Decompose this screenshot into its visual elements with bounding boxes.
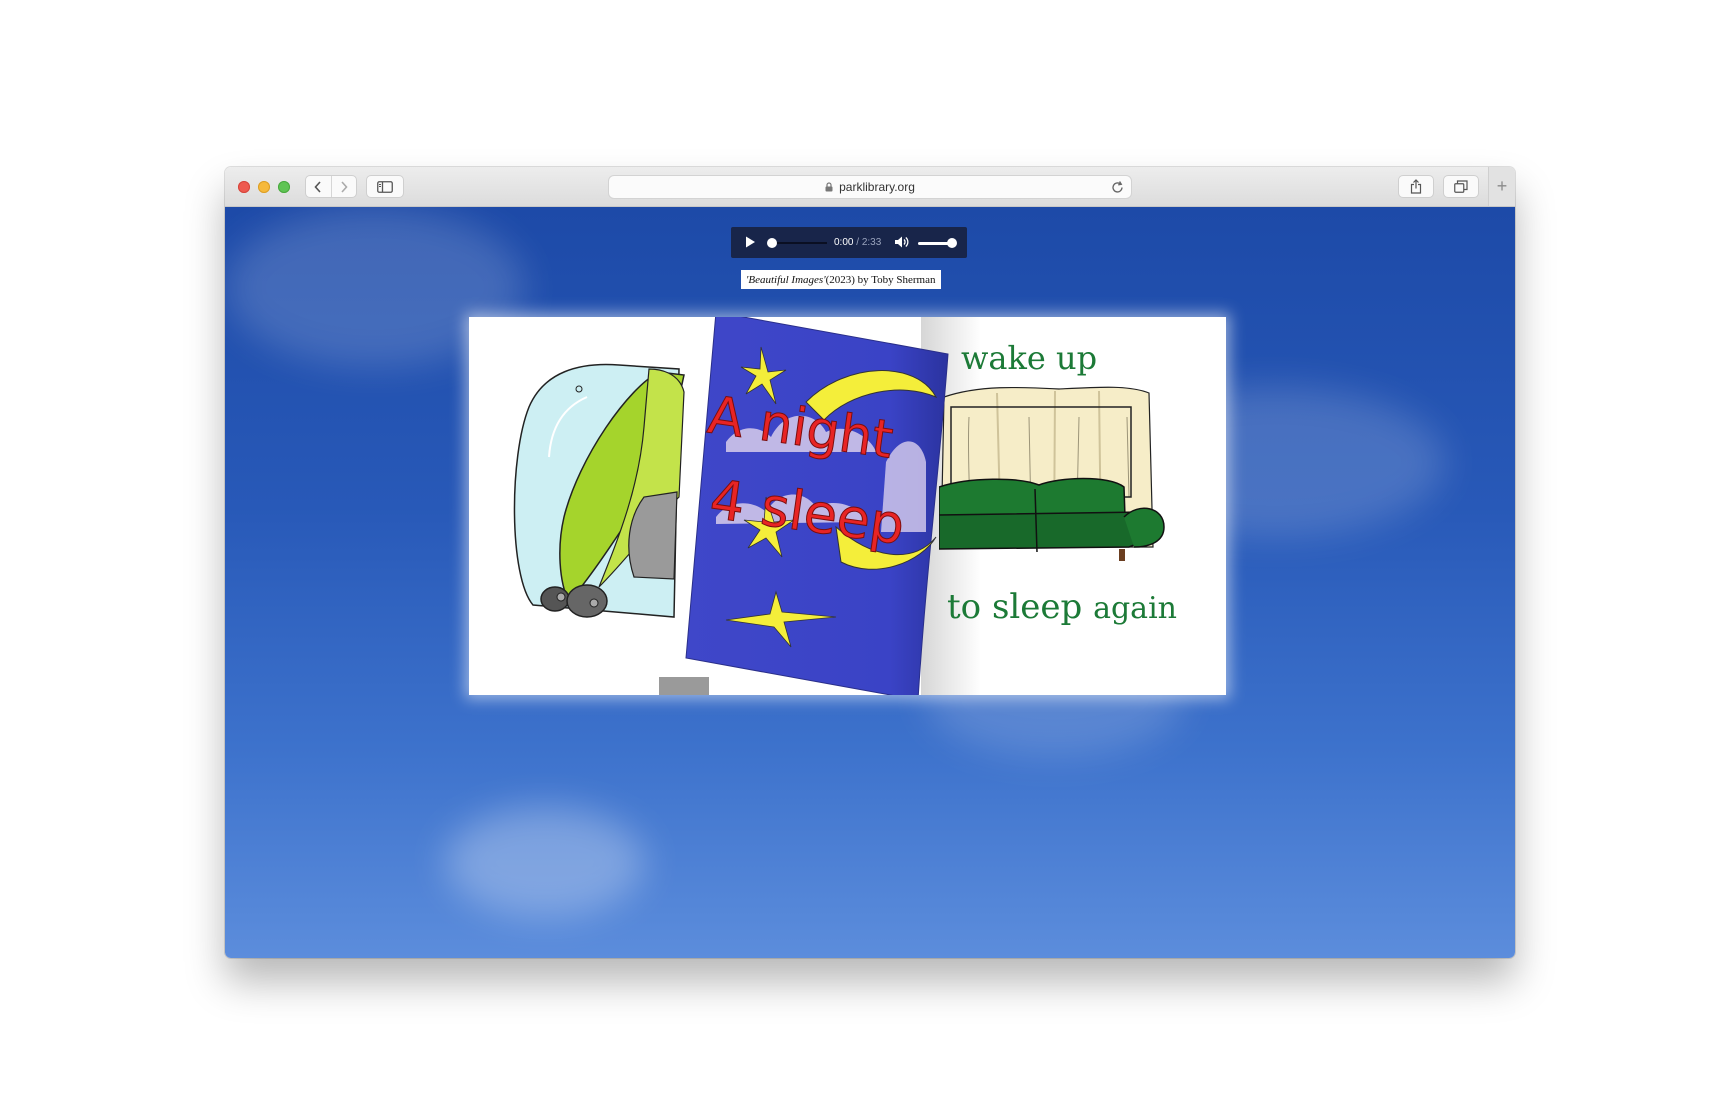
audio-player: 0:00 / 2:33: [731, 227, 967, 258]
tabs-icon: [1454, 180, 1468, 193]
page-text-to-sleep-b: again: [1093, 591, 1177, 626]
mute-button[interactable]: [894, 235, 909, 252]
lock-icon: [825, 182, 833, 192]
back-icon: [314, 180, 321, 193]
caption-title: 'Beautiful Images': [746, 273, 826, 286]
reload-button[interactable]: [1111, 180, 1124, 197]
page-text-wake-up: wake up: [961, 339, 1098, 377]
address-bar[interactable]: parklibrary.org: [608, 175, 1132, 199]
flipbook[interactable]: wake up to sleep again A night 4 sleep: [469, 317, 1226, 695]
volume-knob[interactable]: [947, 238, 957, 248]
new-tab-button[interactable]: +: [1488, 167, 1515, 206]
artwork-caption: 'Beautiful Images' (2023) by Toby Sherma…: [741, 270, 941, 289]
close-window-button[interactable]: [238, 181, 250, 193]
time-separator: /: [853, 237, 862, 248]
play-button[interactable]: [745, 236, 756, 251]
progress-knob[interactable]: [767, 238, 777, 248]
page-content: 0:00 / 2:33 'Beautiful Images' (2023) by…: [225, 207, 1515, 958]
show-tabs-button[interactable]: [1443, 175, 1479, 198]
browser-toolbar: parklibrary.org +: [225, 167, 1515, 207]
page-text-to-sleep: to sleep again: [947, 587, 1177, 627]
sidebar-button[interactable]: [366, 175, 404, 198]
sidebar-icon: [377, 180, 393, 193]
address-url: parklibrary.org: [839, 180, 915, 194]
forward-icon: [341, 180, 348, 193]
sky-cloud: [445, 807, 645, 917]
volume-track[interactable]: [918, 242, 950, 245]
time-readout: 0:00 / 2:33: [834, 237, 881, 248]
book-cover-flipping[interactable]: A night 4 sleep: [685, 317, 949, 695]
page-text-to-sleep-a: to sleep: [947, 587, 1083, 627]
volume-icon: [895, 236, 909, 248]
minimize-window-button[interactable]: [258, 181, 270, 193]
share-icon: [1410, 179, 1422, 194]
cover-artwork: A night 4 sleep: [685, 317, 949, 695]
living-room-illustration: [939, 386, 1165, 561]
reload-icon: [1112, 181, 1123, 193]
navigation-buttons: [305, 175, 357, 198]
forward-button[interactable]: [330, 176, 357, 197]
current-time: 0:00: [834, 237, 854, 248]
share-button[interactable]: [1398, 175, 1434, 198]
browser-window: parklibrary.org + 0:00 / 2:33 'Beautiful…: [225, 167, 1515, 958]
back-button[interactable]: [306, 176, 331, 197]
caption-credit: (2023) by Toby Sherman: [825, 273, 936, 286]
progress-track[interactable]: [771, 242, 827, 244]
zoom-window-button[interactable]: [278, 181, 290, 193]
play-icon: [746, 236, 755, 248]
duration: 2:33: [861, 237, 882, 248]
